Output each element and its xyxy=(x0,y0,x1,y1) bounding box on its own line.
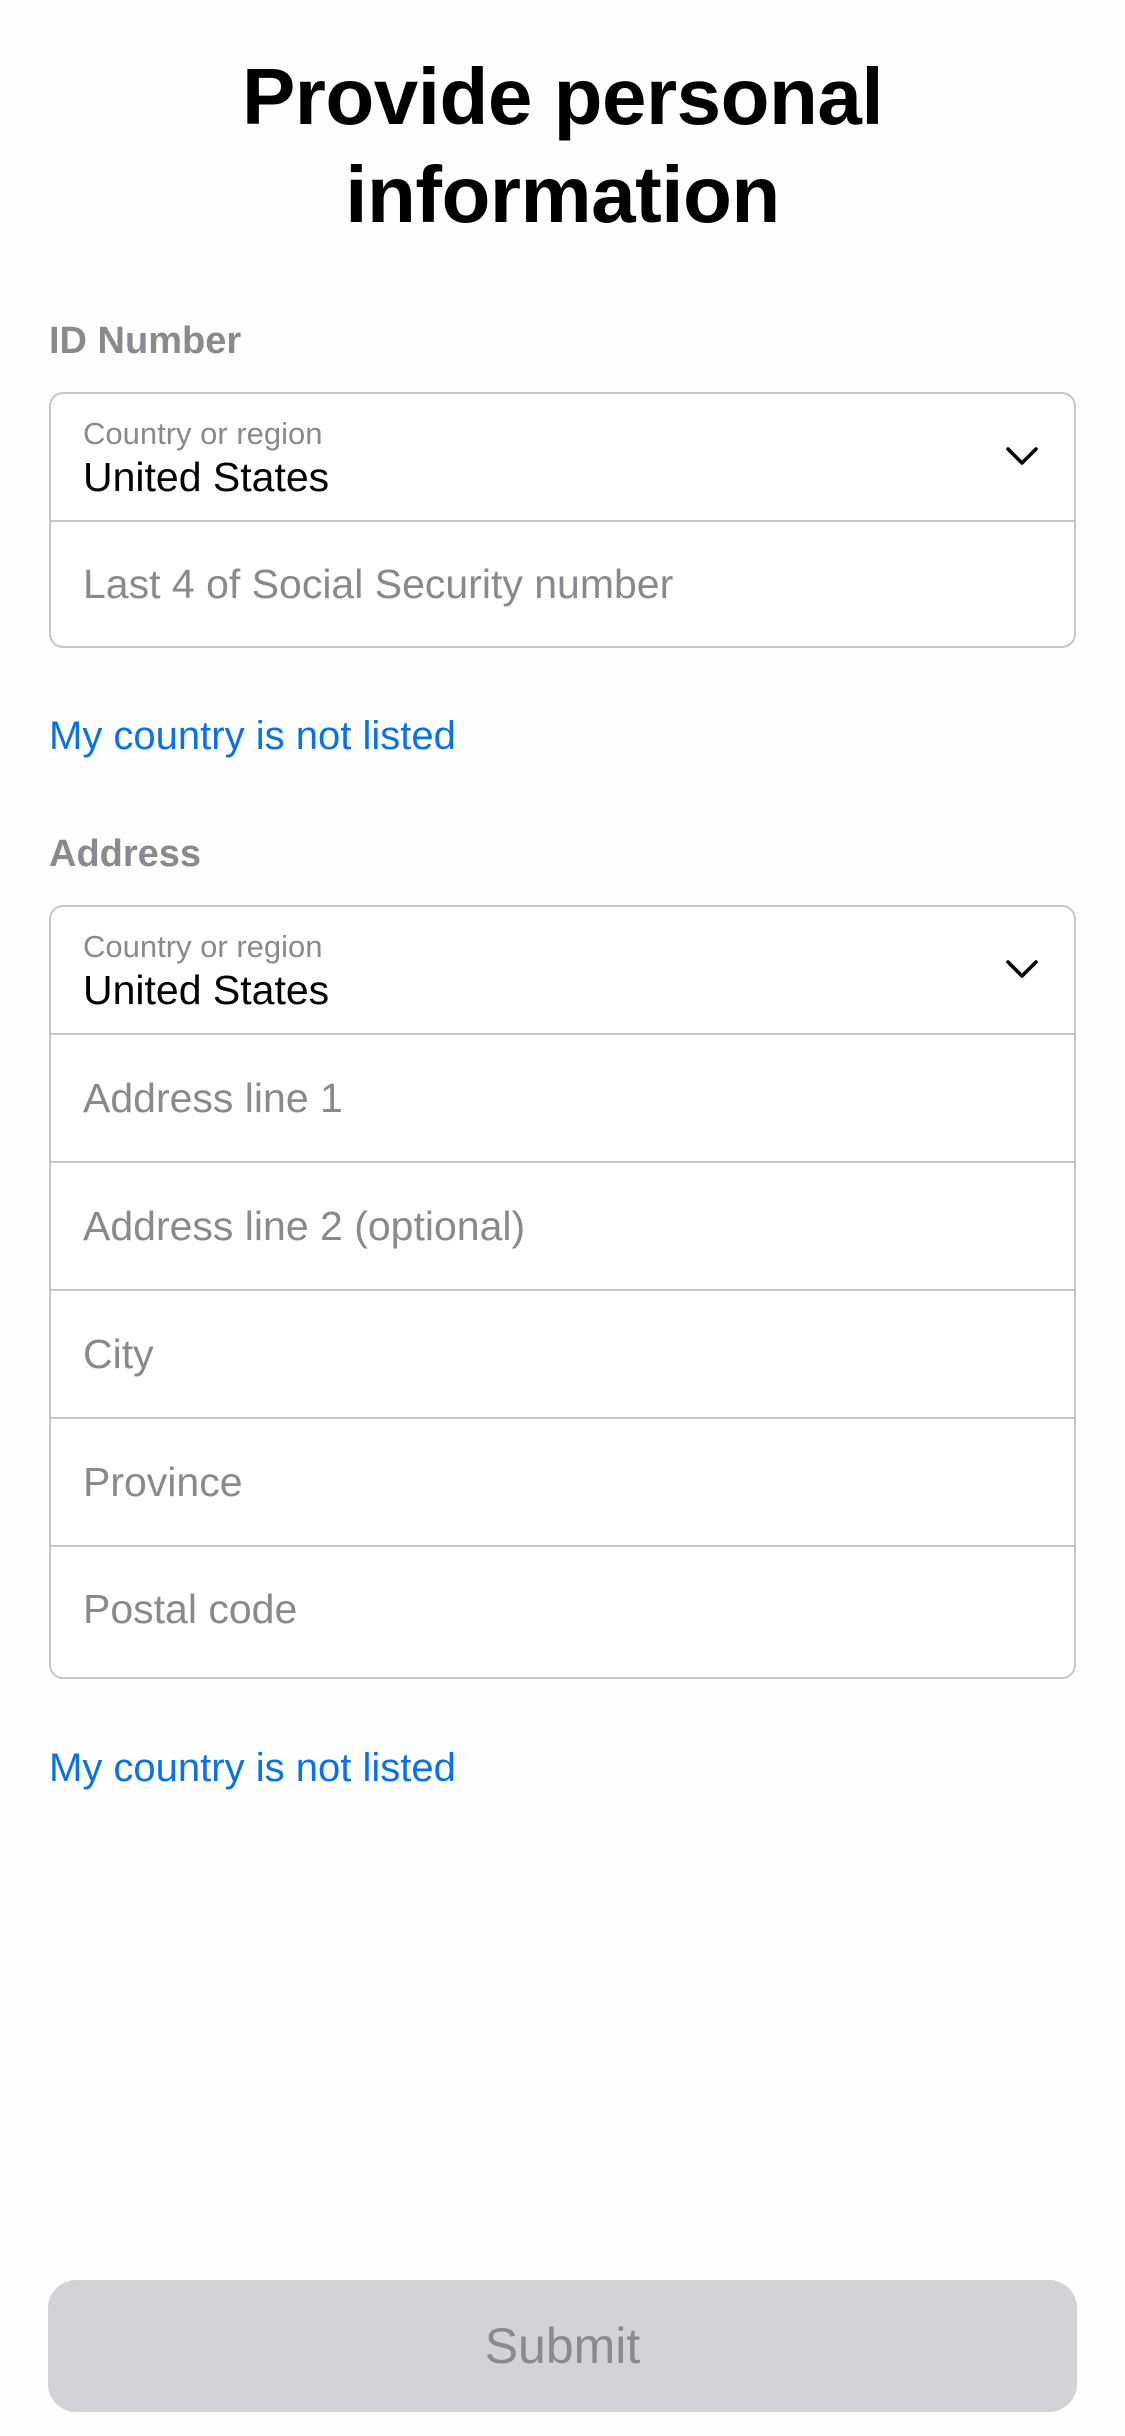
province-field[interactable]: Province xyxy=(51,1417,1074,1545)
id-country-caption: Country or region xyxy=(83,416,323,451)
page-title: Provide personal information xyxy=(0,48,1125,244)
address-country-not-listed-link[interactable]: My country is not listed xyxy=(49,1746,456,1791)
page-title-line-2: information xyxy=(345,150,780,239)
city-placeholder: City xyxy=(83,1330,154,1377)
city-field[interactable]: City xyxy=(51,1289,1074,1417)
chevron-down-icon xyxy=(1006,960,1038,978)
province-placeholder: Province xyxy=(83,1458,243,1505)
chevron-down-icon xyxy=(1006,447,1038,465)
id-number-group: Country or region United States Last 4 o… xyxy=(49,392,1076,648)
id-country-select[interactable]: Country or region United States xyxy=(51,394,1074,520)
page-title-line-1: Provide personal xyxy=(241,52,884,141)
personal-info-screen: Provide personal information ID Number C… xyxy=(0,0,1125,2436)
address-line-2-placeholder: Address line 2 (optional) xyxy=(83,1202,526,1249)
id-number-label: ID Number xyxy=(49,320,242,362)
address-label: Address xyxy=(49,833,202,875)
address-country-caption: Country or region xyxy=(83,929,323,964)
address-country-value: United States xyxy=(83,967,330,1013)
postal-code-placeholder: Postal code xyxy=(83,1585,298,1632)
ssn-last4-placeholder: Last 4 of Social Security number xyxy=(83,560,674,607)
postal-code-field[interactable]: Postal code xyxy=(51,1545,1074,1671)
id-country-not-listed-link[interactable]: My country is not listed xyxy=(49,714,456,759)
id-country-value: United States xyxy=(83,454,330,500)
address-country-select[interactable]: Country or region United States xyxy=(51,907,1074,1033)
ssn-last4-field[interactable]: Last 4 of Social Security number xyxy=(51,520,1074,646)
address-group: Country or region United States Address … xyxy=(49,905,1076,1679)
address-line-1-placeholder: Address line 1 xyxy=(83,1074,343,1121)
address-line-1-field[interactable]: Address line 1 xyxy=(51,1033,1074,1161)
address-line-2-field[interactable]: Address line 2 (optional) xyxy=(51,1161,1074,1289)
submit-button[interactable]: Submit xyxy=(48,2280,1077,2412)
